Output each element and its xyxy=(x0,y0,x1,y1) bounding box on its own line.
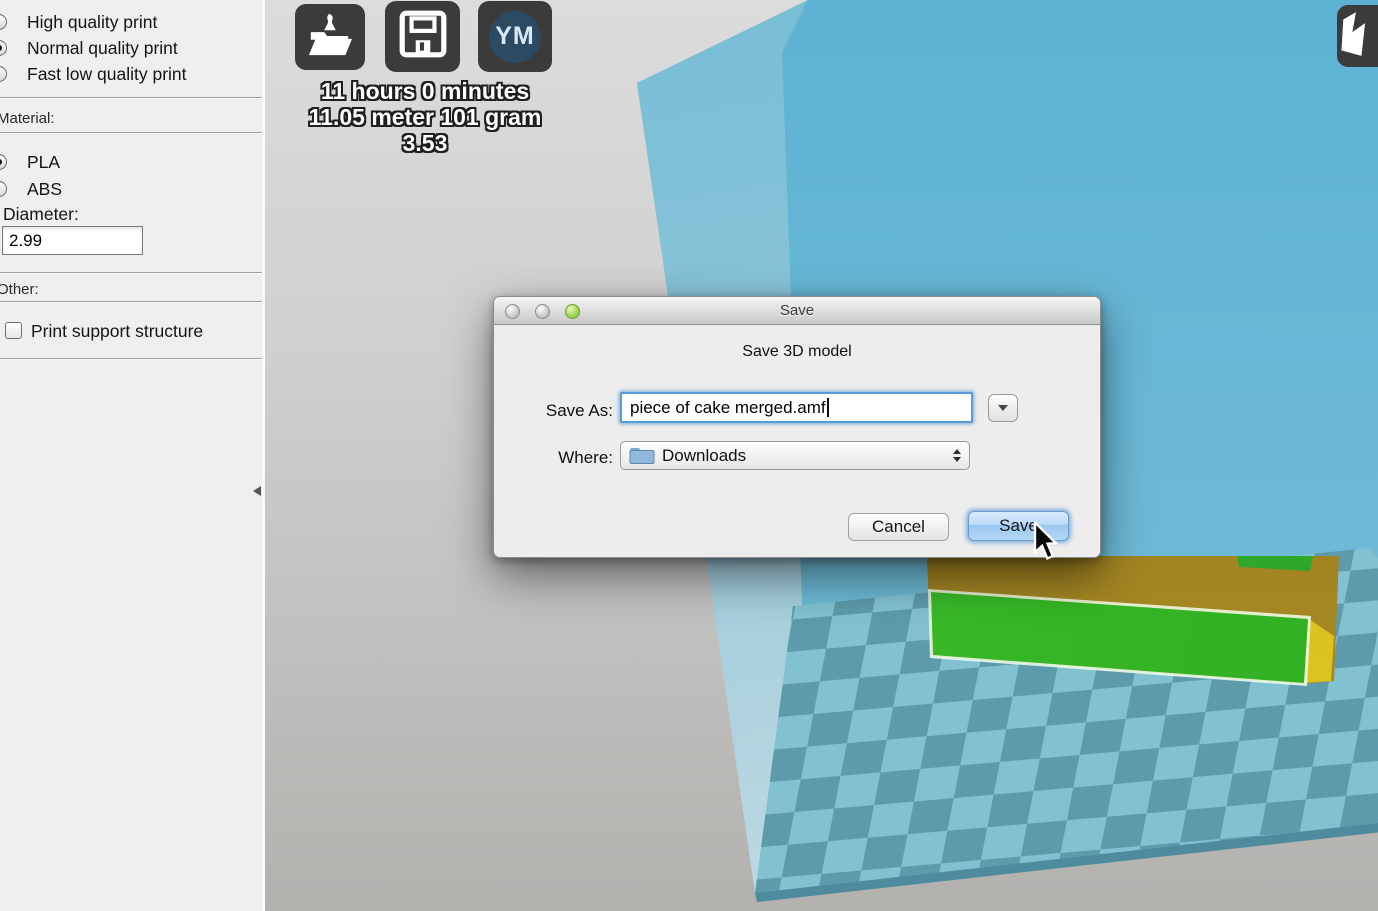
quality-option-normal-label: Normal quality print xyxy=(27,37,178,58)
dialog-heading: Save 3D model xyxy=(742,343,852,360)
radio-icon xyxy=(0,66,7,82)
filament-usage: 11.05 meter 101 gram xyxy=(308,104,542,130)
material-section-label: Material: xyxy=(0,110,55,127)
section-divider xyxy=(0,301,262,303)
filename-input[interactable]: piece of cake merged.amf xyxy=(620,392,973,423)
print-statistics: 11 hours 0 minutes 11.05 meter 101 gram … xyxy=(255,78,595,156)
view-mode-icon xyxy=(1336,7,1376,66)
load-model-button[interactable] xyxy=(295,4,365,70)
radio-selected-icon xyxy=(0,154,7,170)
where-label: Where: xyxy=(558,448,613,467)
radio-icon xyxy=(0,181,7,197)
diameter-label: Diameter: xyxy=(3,204,79,224)
section-divider xyxy=(0,132,262,134)
material-option-pla-label: PLA xyxy=(27,151,61,172)
floppy-disk-icon xyxy=(397,8,449,65)
radio-icon xyxy=(0,14,7,30)
mouse-cursor xyxy=(1031,519,1059,566)
quality-option-high-label: High quality print xyxy=(27,11,158,32)
where-value: Downloads xyxy=(662,445,747,465)
print-time: 11 hours 0 minutes xyxy=(320,78,530,104)
dialog-titlebar[interactable]: Save xyxy=(494,297,1100,325)
folder-icon xyxy=(629,446,655,465)
material-option-abs-label: ABS xyxy=(27,178,63,199)
expand-dialog-button[interactable] xyxy=(988,394,1018,422)
close-button[interactable] xyxy=(505,304,520,319)
support-structure-checkbox[interactable] xyxy=(5,322,22,339)
save-as-label: Save As: xyxy=(545,401,613,420)
text-caret xyxy=(826,398,829,417)
filename-value: piece of cake merged.amf xyxy=(630,397,826,417)
view-mode-button[interactable] xyxy=(1337,5,1378,67)
zoom-button[interactable] xyxy=(565,304,580,319)
save-dialog: Save Save 3D model Save As: piece of cak… xyxy=(493,296,1101,558)
diameter-input[interactable] xyxy=(2,226,143,255)
quality-option-fast-label: Fast low quality print xyxy=(27,63,187,84)
youmagine-button[interactable]: YM xyxy=(478,1,552,72)
youmagine-icon: YM xyxy=(489,10,541,63)
other-section-label: Other: xyxy=(0,281,39,298)
minimize-button[interactable] xyxy=(535,304,550,319)
save-toolpath-button[interactable] xyxy=(385,1,460,72)
support-structure-label: Print support structure xyxy=(31,321,204,341)
section-divider xyxy=(0,358,262,360)
print-cost: 3.53 xyxy=(402,130,448,156)
stepper-arrows-icon xyxy=(953,449,961,462)
youmagine-label: YM xyxy=(495,22,535,50)
chevron-down-icon xyxy=(998,405,1008,411)
section-divider xyxy=(0,272,262,274)
cancel-button[interactable]: Cancel xyxy=(848,513,949,541)
radio-selected-icon xyxy=(0,40,7,56)
cancel-button-label: Cancel xyxy=(872,517,925,536)
settings-sidebar: High quality print Normal quality print … xyxy=(0,0,265,911)
dialog-title: Save xyxy=(779,302,815,319)
sidebar-collapse-arrow[interactable] xyxy=(253,486,261,496)
section-divider xyxy=(0,97,262,99)
load-model-icon xyxy=(305,12,355,63)
where-dropdown[interactable]: Downloads xyxy=(620,441,970,470)
